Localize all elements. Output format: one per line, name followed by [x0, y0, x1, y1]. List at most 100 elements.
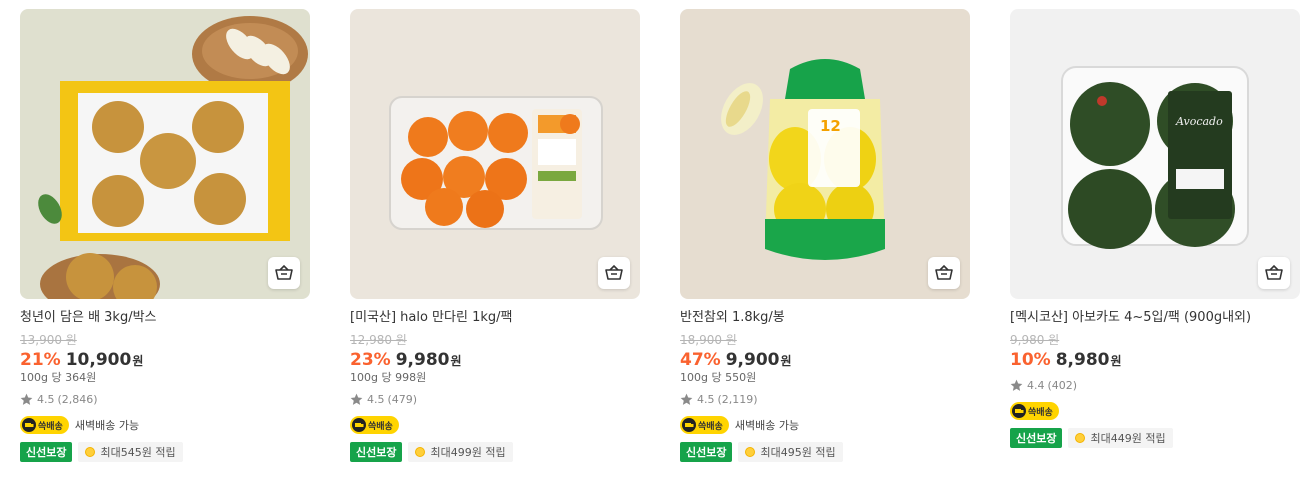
currency: 원 — [132, 354, 144, 368]
original-price: 13,900 원 — [20, 333, 77, 347]
star-icon — [20, 393, 33, 405]
point-text: 최대545원 적립 — [100, 446, 176, 459]
ssg-delivery-badge: 쓱배송 — [1010, 402, 1059, 420]
coin-icon — [415, 447, 426, 457]
tags: 신선보장 최대545원 적립 — [20, 442, 310, 462]
fresh-guarantee-tag: 신선보장 — [20, 442, 73, 462]
add-to-cart-button[interactable] — [268, 257, 300, 289]
unit-price: 100g 당 998원 — [350, 371, 427, 384]
coin-icon — [745, 447, 756, 457]
cart-icon — [935, 264, 953, 280]
rating: 4.5 (479) — [350, 392, 640, 407]
point-text: 최대499원 적립 — [430, 446, 506, 459]
discount-rate: 10% — [1010, 350, 1051, 370]
rating: 4.5 (2,846) — [20, 392, 310, 407]
delivery-info: 쓱배송 새벽배송 가능 — [680, 415, 970, 435]
tags: 신선보장 최대499원 적립 — [350, 442, 640, 462]
product-image[interactable] — [350, 9, 640, 299]
currency: 원 — [1110, 354, 1122, 368]
point-tag: 최대449원 적립 — [1068, 428, 1173, 448]
sale-price: 8,980 — [1055, 350, 1110, 370]
ssg-delivery-badge: 쓱배송 — [680, 416, 729, 434]
sale-price: 9,900 — [725, 350, 780, 370]
rating-score: 4.5 — [37, 393, 55, 406]
truck-icon — [22, 418, 36, 432]
sale-price: 9,980 — [395, 350, 450, 370]
point-tag: 최대545원 적립 — [78, 442, 183, 462]
ssg-badge-label: 쓱배송 — [1028, 407, 1053, 418]
rating: 4.4 (402) — [1010, 378, 1300, 393]
review-count: (479) — [387, 393, 418, 406]
price-row: 10% 8,980 원 — [1010, 350, 1300, 371]
avocado-pack-image: Avocado — [1010, 9, 1300, 299]
ssg-delivery-badge: 쓱배송 — [350, 416, 399, 434]
fresh-guarantee-tag: 신선보장 — [680, 442, 733, 462]
review-count: (2,846) — [57, 393, 98, 406]
truck-icon — [682, 418, 696, 432]
ssg-badge-label: 쓱배송 — [698, 421, 723, 432]
add-to-cart-button[interactable] — [1258, 257, 1290, 289]
add-to-cart-button[interactable] — [928, 257, 960, 289]
truck-icon — [352, 418, 366, 432]
fresh-guarantee-tag: 신선보장 — [350, 442, 403, 462]
tags: 신선보장 최대495원 적립 — [680, 442, 970, 462]
product-image[interactable]: 12 — [680, 9, 970, 299]
korean-melon-bag-image: 12 — [680, 9, 970, 299]
dawn-delivery-text: 새벽배송 가능 — [734, 419, 800, 432]
sale-price: 10,900 — [65, 350, 132, 370]
price-row: 21% 10,900 원 — [20, 350, 310, 371]
cart-icon — [275, 264, 293, 280]
delivery-info: 쓱배송 — [350, 415, 640, 435]
cart-icon — [605, 264, 623, 280]
cart-icon — [1265, 264, 1283, 280]
product-name[interactable]: 반전참외 1.8kg/봉 — [680, 309, 970, 327]
price-row: 47% 9,900 원 — [680, 350, 970, 371]
star-icon — [350, 393, 363, 405]
point-tag: 최대499원 적립 — [408, 442, 513, 462]
currency: 원 — [780, 354, 792, 368]
review-count: (402) — [1047, 379, 1078, 392]
delivery-info: 쓱배송 — [1010, 401, 1300, 421]
discount-rate: 21% — [20, 350, 61, 370]
avocado-label-text: Avocado — [1175, 115, 1223, 128]
mandarin-pack-image — [350, 9, 640, 299]
discount-rate: 23% — [350, 350, 391, 370]
currency: 원 — [450, 354, 462, 368]
ssg-badge-label: 쓱배송 — [38, 421, 63, 432]
star-icon — [1010, 379, 1023, 391]
product-image[interactable]: Avocado — [1010, 9, 1300, 299]
coin-icon — [1075, 433, 1086, 443]
delivery-info: 쓱배송 새벽배송 가능 — [20, 415, 310, 435]
product-grid: 청년이 담은 배 3kg/박스 13,900 원 21% 10,900 원 10… — [0, 0, 1306, 504]
bag-number-text: 12 — [820, 117, 841, 135]
product-name[interactable]: [미국산] halo 만다린 1kg/팩 — [350, 309, 640, 327]
point-text: 최대495원 적립 — [760, 446, 836, 459]
original-price: 9,980 원 — [1010, 333, 1060, 347]
coin-icon — [85, 447, 96, 457]
truck-icon — [1012, 404, 1026, 418]
discount-rate: 47% — [680, 350, 721, 370]
product-card[interactable]: [미국산] halo 만다린 1kg/팩 12,980 원 23% 9,980 … — [350, 9, 640, 462]
product-card[interactable]: Avocado [멕시코산] 아보카도 4~5입/팩 (900g내외) 9,98… — [1010, 9, 1300, 448]
fresh-guarantee-tag: 신선보장 — [1010, 428, 1063, 448]
pear-box-image — [20, 9, 310, 299]
rating-score: 4.5 — [697, 393, 715, 406]
star-icon — [680, 393, 693, 405]
product-card[interactable]: 12 반전참외 1.8kg/봉 18,900 원 47% 9,900 원 100… — [680, 9, 970, 462]
product-card[interactable]: 청년이 담은 배 3kg/박스 13,900 원 21% 10,900 원 10… — [20, 9, 310, 462]
rating-score: 4.5 — [367, 393, 385, 406]
dawn-delivery-text: 새벽배송 가능 — [74, 419, 140, 432]
rating: 4.5 (2,119) — [680, 392, 970, 407]
product-image[interactable] — [20, 9, 310, 299]
ssg-delivery-badge: 쓱배송 — [20, 416, 69, 434]
point-tag: 최대495원 적립 — [738, 442, 843, 462]
ssg-badge-label: 쓱배송 — [368, 421, 393, 432]
point-text: 최대449원 적립 — [1090, 432, 1166, 445]
unit-price: 100g 당 364원 — [20, 371, 97, 384]
product-name[interactable]: 청년이 담은 배 3kg/박스 — [20, 309, 310, 327]
rating-score: 4.4 — [1027, 379, 1045, 392]
unit-price: 100g 당 550원 — [680, 371, 757, 384]
add-to-cart-button[interactable] — [598, 257, 630, 289]
product-name[interactable]: [멕시코산] 아보카도 4~5입/팩 (900g내외) — [1010, 309, 1300, 327]
original-price: 12,980 원 — [350, 333, 407, 347]
